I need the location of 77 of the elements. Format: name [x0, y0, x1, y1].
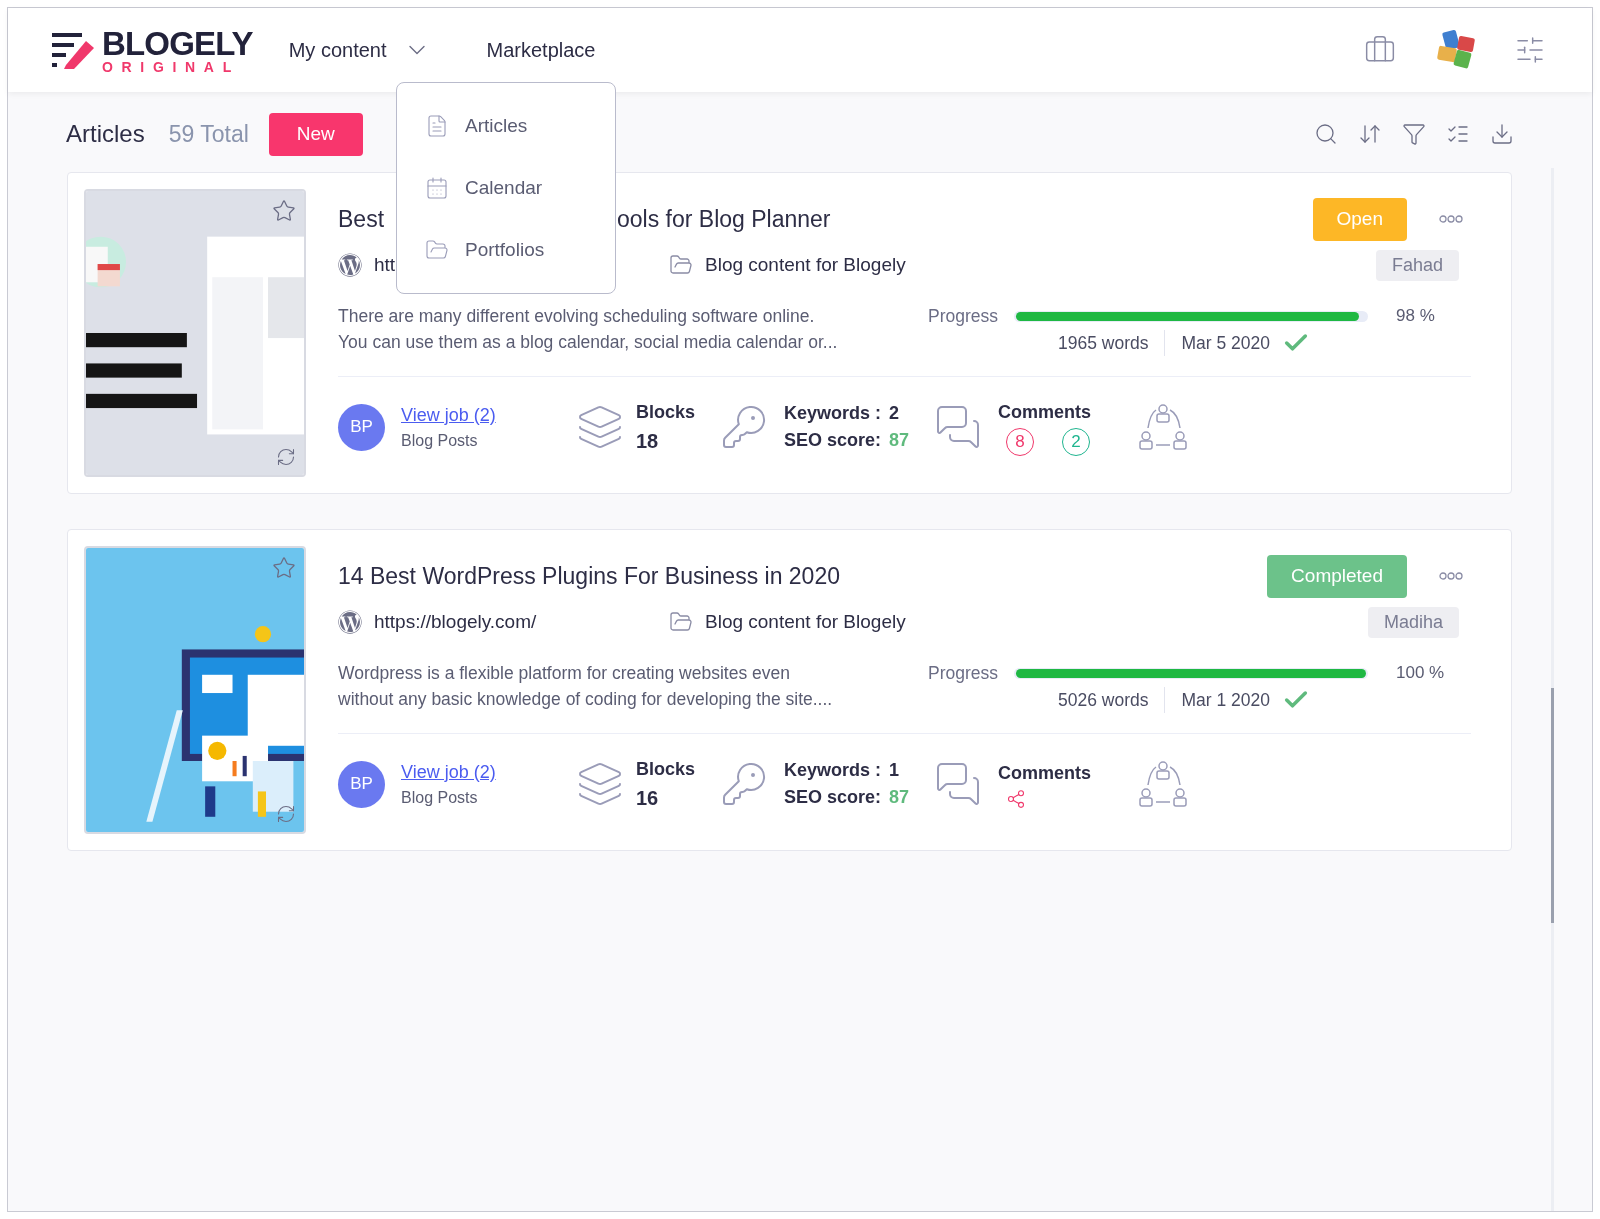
refresh-icon[interactable] — [276, 447, 296, 467]
avatar-icon[interactable] — [1436, 29, 1478, 71]
blocks-count: 18 — [636, 428, 660, 454]
star-icon[interactable] — [272, 556, 296, 580]
comments-label: Comments — [998, 400, 1092, 424]
project-name[interactable]: Blog content for Blogely — [705, 607, 906, 637]
view-job-link[interactable]: View job (2) — [401, 758, 576, 786]
dropdown-item[interactable]: Portfolios — [397, 219, 615, 281]
dropdown-item[interactable]: Calendar — [397, 157, 615, 219]
comments-icon — [934, 760, 982, 808]
article-title[interactable]: ools for Blog Planner — [617, 201, 831, 237]
star-icon[interactable] — [272, 199, 296, 223]
avatar[interactable]: BP — [338, 760, 385, 808]
share-icon[interactable] — [1006, 788, 1026, 809]
blocks-count: 16 — [636, 785, 660, 811]
author-tag: Fahad — [1375, 249, 1459, 281]
project-name[interactable]: Blog content for Blogely — [705, 250, 906, 280]
article-description: Wordpress is a flexible platform for creating websites even — [338, 662, 791, 685]
article-title[interactable]: 14 Best WordPress Plugins For Business in 2020 — [338, 558, 840, 594]
comments-label: Comments — [998, 761, 1092, 785]
folder-icon — [669, 253, 693, 277]
due-date: Mar 5 2020 — [1180, 332, 1270, 356]
filter-icon[interactable] — [1402, 122, 1426, 146]
new-button[interactable]: New — [268, 112, 363, 156]
more-options-icon[interactable] — [1439, 215, 1463, 223]
progress-percent: 100 % — [1396, 662, 1445, 685]
wordpress-icon — [338, 610, 362, 634]
author-tag: Madiha — [1367, 606, 1459, 638]
brand-name: BLOGELY — [102, 26, 253, 60]
progress-label: Progress — [928, 662, 999, 685]
seo-label: SEO score: — [784, 786, 882, 809]
team-cycle-icon — [1138, 759, 1188, 809]
download-icon[interactable] — [1490, 122, 1514, 146]
dropdown-item[interactable]: Articles — [397, 95, 615, 157]
blocks-label: Blocks — [636, 400, 697, 424]
seo-score: 87 — [889, 786, 910, 809]
keywords-label: Keywords : — [784, 402, 882, 425]
folder-icon — [669, 610, 693, 634]
view-job-link[interactable]: View job (2) — [401, 401, 576, 429]
menu-item-label: Calendar — [465, 175, 543, 200]
layers-icon — [576, 403, 624, 451]
progress-label: Progress — [928, 305, 999, 328]
seo-label: SEO score: — [784, 429, 882, 452]
team-cycle-icon — [1138, 402, 1188, 452]
avatar[interactable]: BP — [338, 403, 385, 451]
menu-item-label: Articles — [465, 113, 528, 138]
keywords-label: Keywords : — [784, 759, 882, 782]
word-count: 5026 words — [1058, 687, 1166, 714]
settings-icon[interactable] — [1514, 34, 1546, 66]
due-date: Mar 1 2020 — [1180, 689, 1270, 713]
blocks-label: Blocks — [636, 757, 697, 781]
seo-score: 87 — [889, 429, 910, 452]
keywords-count: 2 — [889, 402, 900, 425]
article-description: without any basic knowledge of coding for developing the site.... — [338, 688, 834, 711]
scrollbar-thumb[interactable] — [1551, 688, 1554, 923]
more-options-icon[interactable] — [1439, 572, 1463, 580]
layers-icon — [576, 760, 624, 808]
key-icon — [720, 403, 768, 451]
menu-item-label: Portfolios — [465, 237, 545, 262]
refresh-icon[interactable] — [276, 804, 296, 824]
site-url[interactable]: https://blogely.com/ — [374, 607, 669, 637]
nav-link[interactable]: Marketplace — [486, 35, 596, 65]
job-type: Blog Posts — [401, 430, 479, 451]
page-title: Articles — [66, 119, 145, 149]
article-description: There are many different evolving scheduling software online. — [338, 305, 816, 328]
comments-icon — [934, 403, 982, 451]
word-count: 1965 words — [1058, 330, 1166, 357]
total-count: 59 Total — [168, 119, 249, 149]
brand-subtitle: ORIGINAL — [102, 59, 241, 74]
nav-dropdown[interactable]: My content — [288, 35, 431, 65]
search-icon[interactable] — [1314, 122, 1338, 146]
progress-percent: 98 % — [1396, 305, 1435, 328]
key-icon — [720, 760, 768, 808]
job-type: Blog Posts — [401, 787, 479, 808]
wordpress-icon — [338, 253, 362, 277]
article-description: You can use them as a blog calendar, social media calendar or... — [338, 331, 839, 354]
keywords-count: 1 — [889, 759, 900, 782]
